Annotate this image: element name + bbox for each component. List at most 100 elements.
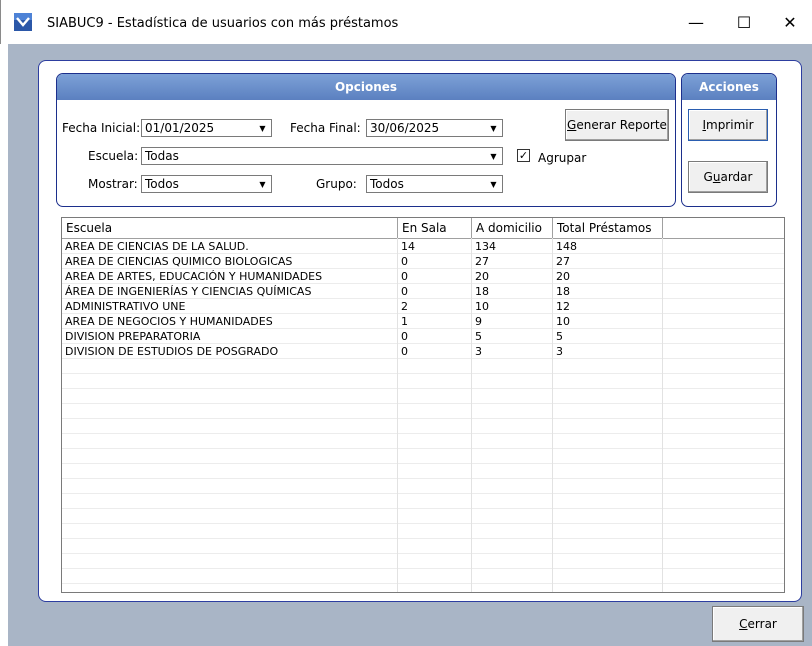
grid-row-line [62, 418, 784, 419]
chevron-down-icon[interactable]: ▼ [486, 177, 501, 191]
fecha-inicial-combo[interactable]: 01/01/2025 ▼ [141, 119, 272, 137]
window-title: SIABUC9 - Estadística de usuarios con má… [47, 16, 399, 31]
grid-row-line [62, 583, 784, 584]
grid-row-line [62, 538, 784, 539]
acciones-group: Acciones Imprimir Gu ardar [681, 73, 777, 207]
imprimir-button[interactable]: Imprimir [688, 109, 768, 141]
close-icon: ✕ [783, 12, 797, 32]
table-cell: 18 [556, 285, 570, 298]
mostrar-value: Todos [145, 177, 179, 191]
fecha-final-label: Fecha Final: [290, 121, 361, 135]
table-row[interactable]: DIVISION PREPARATORIA 0 5 5 [62, 329, 784, 344]
chevron-down-icon[interactable]: ▼ [486, 121, 501, 135]
table-row[interactable]: ÁREA DE INGENIERÍAS Y CIENCIAS QUÍMICAS 0… [62, 284, 784, 299]
table-row[interactable]: AREA DE CIENCIAS DE LA SALUD. 14 134 148 [62, 239, 784, 254]
grid-row-line [62, 448, 784, 449]
table-cell: 18 [475, 285, 489, 298]
close-window-button[interactable]: ✕ [767, 0, 812, 44]
table-cell: 1 [401, 315, 408, 328]
table-row[interactable]: AREA DE CIENCIAS QUIMICO BIOLOGICAS 0 27 27 [62, 254, 784, 269]
grupo-combo[interactable]: Todos ▼ [366, 175, 503, 193]
grid-row-line [62, 388, 784, 389]
grid-row-line [62, 523, 784, 524]
table-cell: 27 [475, 255, 489, 268]
escuela-combo[interactable]: Todas ▼ [141, 147, 503, 165]
title-bar[interactable]: SIABUC9 - Estadística de usuarios con má… [0, 0, 812, 44]
table-cell: 10 [556, 315, 570, 328]
grupo-value: Todos [370, 177, 404, 191]
table-row[interactable]: AREA DE NEGOCIOS Y HUMANIDADES 1 9 10 [62, 314, 784, 329]
table-cell: 0 [401, 255, 408, 268]
column-header-total-prestamos[interactable]: Total Préstamos [553, 218, 663, 238]
table-cell: 14 [401, 240, 415, 253]
generar-reporte-button[interactable]: Generar Reporte [565, 109, 669, 141]
opciones-header: Opciones [57, 74, 675, 100]
grid-row-line [62, 433, 784, 434]
table-cell: 10 [475, 300, 489, 313]
table-cell: 134 [475, 240, 496, 253]
fecha-inicial-value: 01/01/2025 [145, 121, 215, 135]
table-cell: 0 [401, 330, 408, 343]
opciones-group: Opciones Fecha Inicial: 01/01/2025 ▼ Fec… [56, 73, 676, 207]
table-cell: 0 [401, 270, 408, 283]
table-cell: ÁREA DE INGENIERÍAS Y CIENCIAS QUÍMICAS [65, 285, 312, 298]
table-cell: 20 [556, 270, 570, 283]
maximize-button[interactable]: ☐ [721, 0, 767, 44]
grid-row-line [62, 493, 784, 494]
guardar-button[interactable]: Gu ardar [688, 161, 768, 193]
minimize-icon: — [688, 12, 704, 32]
table-row[interactable]: ADMINISTRATIVO UNE 2 10 12 [62, 299, 784, 314]
column-header-en-sala[interactable]: En Sala [398, 218, 472, 238]
siabuc-app-icon [14, 13, 32, 31]
escuela-label: Escuela: [88, 149, 139, 163]
table-cell: 0 [401, 285, 408, 298]
table-cell: AREA DE NEGOCIOS Y HUMANIDADES [65, 315, 273, 328]
cerrar-button[interactable]: Cerrar [712, 606, 804, 642]
table-cell: 27 [556, 255, 570, 268]
fecha-final-combo[interactable]: 30/06/2025 ▼ [366, 119, 503, 137]
main-panel: Opciones Fecha Inicial: 01/01/2025 ▼ Fec… [38, 60, 802, 602]
grid-row-line [62, 568, 784, 569]
maximize-icon: ☐ [736, 12, 752, 32]
table-row[interactable]: DIVISION DE ESTUDIOS DE POSGRADO 0 3 3 [62, 344, 784, 359]
table-cell: 5 [556, 330, 563, 343]
table-cell: ADMINISTRATIVO UNE [65, 300, 186, 313]
column-header-escuela[interactable]: Escuela [62, 218, 398, 238]
results-grid[interactable]: Escuela En Sala A domicilio Total Présta… [61, 217, 785, 593]
table-cell: 3 [556, 345, 563, 358]
escuela-value: Todas [145, 149, 179, 163]
table-cell: 148 [556, 240, 577, 253]
table-cell: AREA DE CIENCIAS QUIMICO BIOLOGICAS [65, 255, 293, 268]
client-area: Opciones Fecha Inicial: 01/01/2025 ▼ Fec… [8, 44, 812, 646]
agrupar-label: Agrupar [538, 151, 587, 165]
mostrar-combo[interactable]: Todos ▼ [141, 175, 272, 193]
grid-row-line [62, 508, 784, 509]
minimize-button[interactable]: — [673, 0, 719, 44]
fecha-inicial-label: Fecha Inicial: [62, 121, 141, 135]
chevron-down-icon[interactable]: ▼ [255, 177, 270, 191]
grid-row-line [62, 463, 784, 464]
acciones-header: Acciones [682, 74, 776, 100]
column-header-a-domicilio[interactable]: A domicilio [472, 218, 553, 238]
table-cell: 12 [556, 300, 570, 313]
grid-row-line [62, 373, 784, 374]
agrupar-checkbox[interactable]: ✓ [517, 149, 530, 162]
grid-header: Escuela En Sala A domicilio Total Présta… [62, 218, 784, 239]
chevron-down-icon[interactable]: ▼ [255, 121, 270, 135]
chevron-down-icon[interactable]: ▼ [486, 149, 501, 163]
table-cell: AREA DE CIENCIAS DE LA SALUD. [65, 240, 249, 253]
grid-row-line [62, 403, 784, 404]
table-cell: 5 [475, 330, 482, 343]
table-cell: DIVISION PREPARATORIA [65, 330, 201, 343]
table-cell: 9 [475, 315, 482, 328]
mostrar-label: Mostrar: [88, 177, 138, 191]
table-cell: AREA DE ARTES, EDUCACIÓN Y HUMANIDADES [65, 270, 323, 283]
table-cell: 3 [475, 345, 482, 358]
grupo-label: Grupo: [316, 177, 357, 191]
table-row[interactable]: AREA DE ARTES, EDUCACIÓN Y HUMANIDADES 0 2… [62, 269, 784, 284]
table-cell: 20 [475, 270, 489, 283]
table-cell: 0 [401, 345, 408, 358]
grid-row-line [62, 553, 784, 554]
table-cell: DIVISION DE ESTUDIOS DE POSGRADO [65, 345, 279, 358]
fecha-final-value: 30/06/2025 [370, 121, 440, 135]
